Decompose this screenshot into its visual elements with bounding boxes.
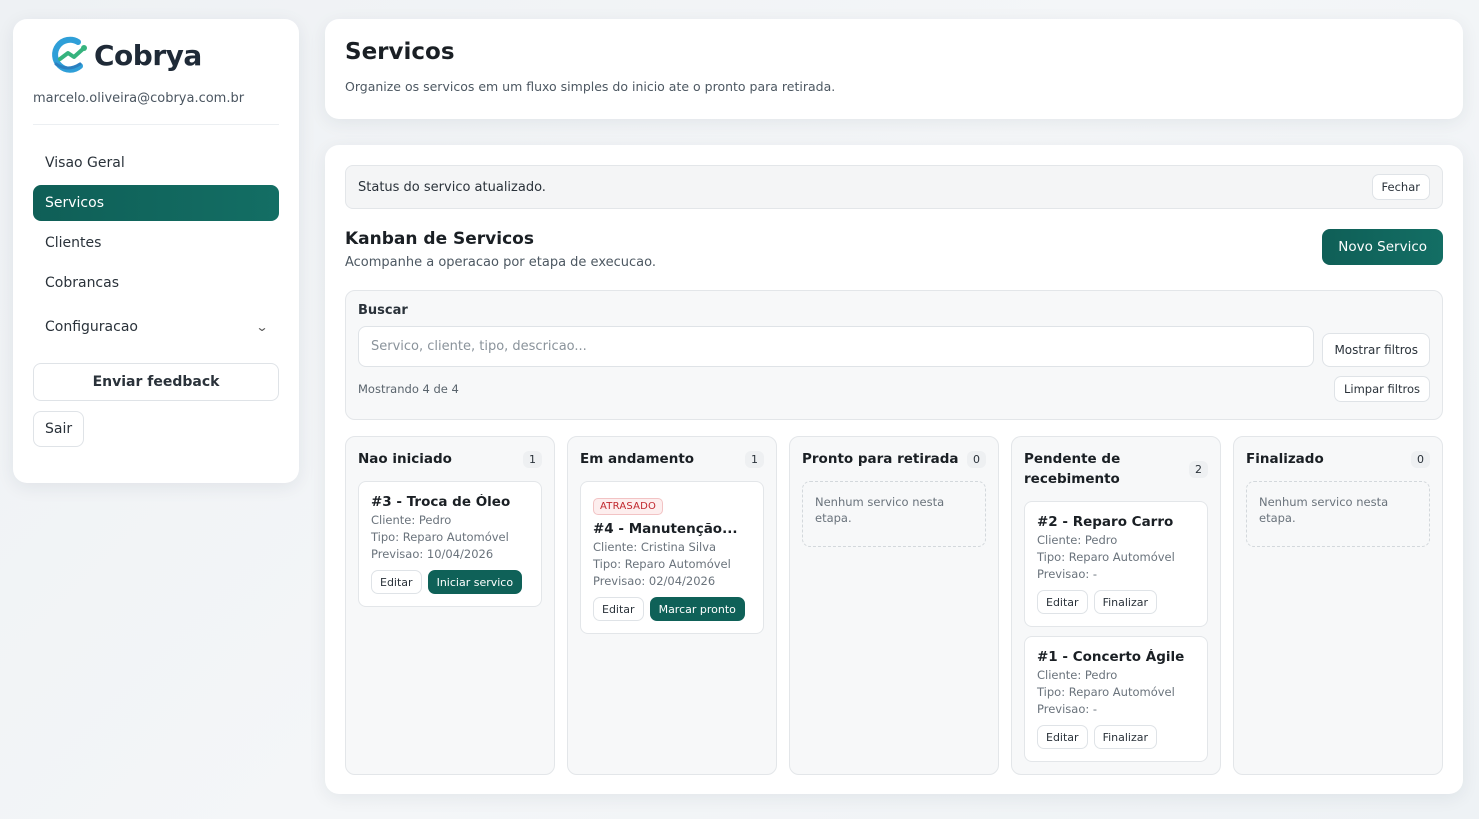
column-finalizado: Finalizado 0 Nenhum servico nesta etapa.	[1233, 436, 1443, 775]
kanban-panel: Status do servico atualizado. Fechar Kan…	[325, 145, 1463, 794]
service-type: Tipo: Reparo Automóvel	[593, 557, 731, 571]
finish-button[interactable]: Finalizar	[1093, 590, 1158, 614]
column-title: Finalizado	[1246, 451, 1324, 467]
sidebar-item-label: Servicos	[45, 195, 104, 211]
sidebar-item-label: Visao Geral	[45, 155, 125, 171]
finish-button[interactable]: Finalizar	[1093, 725, 1158, 749]
service-client: Cliente: Pedro	[1037, 668, 1118, 682]
empty-column-message: Nenhum servico nesta etapa.	[802, 481, 986, 547]
mark-ready-button[interactable]: Marcar pronto	[649, 597, 745, 621]
column-count-badge: 2	[1189, 460, 1208, 478]
start-service-button[interactable]: Iniciar servico	[427, 570, 523, 594]
brand-logo[interactable]: Cobrya	[48, 35, 279, 75]
show-filters-button[interactable]: Mostrar filtros	[1322, 333, 1430, 367]
service-title: #1 - Concerto Ágile	[1037, 649, 1185, 665]
cobrya-logo-icon	[52, 36, 87, 73]
status-message: Status do servico atualizado.	[358, 179, 546, 195]
chevron-down-icon: ⌄	[255, 320, 269, 334]
edit-button[interactable]: Editar	[593, 597, 644, 621]
sidebar-nav: Visao Geral Servicos Clientes Cobrancas …	[33, 145, 279, 345]
service-card[interactable]: ATRASADO #4 - Manutenção... Cliente: Cri…	[580, 481, 764, 634]
column-title: Nao iniciado	[358, 451, 452, 467]
kanban-header: Kanban de Servicos Acompanhe a operacao …	[345, 229, 1443, 270]
service-type: Tipo: Reparo Automóvel	[1037, 685, 1175, 699]
sidebar: Cobrya marcelo.oliveira@cobrya.com.br Vi…	[13, 19, 299, 483]
search-panel: Buscar Mostrar filtros Mostrando 4 de 4 …	[345, 290, 1443, 420]
service-forecast: Previsao: -	[1037, 702, 1098, 716]
sidebar-item-cobrancas[interactable]: Cobrancas	[33, 265, 279, 301]
clear-filters-button[interactable]: Limpar filtros	[1334, 376, 1430, 402]
sidebar-item-visao-geral[interactable]: Visao Geral	[33, 145, 279, 181]
service-title: #3 - Troca de Óleo	[371, 494, 511, 510]
column-count-badge: 0	[1411, 450, 1430, 468]
close-alert-button[interactable]: Fechar	[1371, 174, 1430, 200]
sidebar-item-clientes[interactable]: Clientes	[33, 225, 279, 261]
sidebar-item-servicos[interactable]: Servicos	[33, 185, 279, 221]
service-title: #4 - Manutenção...	[593, 521, 738, 537]
page-subtitle: Organize os servicos em um fluxo simples…	[345, 79, 836, 94]
edit-button[interactable]: Editar	[371, 570, 422, 594]
service-card[interactable]: #3 - Troca de Óleo Cliente: Pedro Tipo: …	[358, 481, 542, 607]
service-client: Cliente: Pedro	[1037, 533, 1118, 547]
column-pendente-de-recebimento: Pendente de recebimento 2 #2 - Reparo Ca…	[1011, 436, 1221, 775]
feedback-button[interactable]: Enviar feedback	[33, 363, 279, 401]
service-type: Tipo: Reparo Automóvel	[371, 530, 509, 544]
service-forecast: Previsao: -	[1037, 567, 1098, 581]
sidebar-item-label: Cobrancas	[45, 275, 120, 291]
edit-button[interactable]: Editar	[1037, 590, 1088, 614]
new-service-button[interactable]: Novo Servico	[1322, 229, 1443, 265]
column-count-badge: 1	[745, 450, 764, 468]
service-type: Tipo: Reparo Automóvel	[1037, 550, 1175, 564]
kanban-columns: Nao iniciado 1 #3 - Troca de Óleo Client…	[345, 436, 1443, 775]
column-title: Pendente de recebimento	[1024, 451, 1121, 487]
results-count: Mostrando 4 de 4	[358, 382, 459, 396]
service-forecast: Previsao: 10/04/2026	[371, 547, 494, 561]
service-client: Cliente: Cristina Silva	[593, 540, 717, 554]
column-em-andamento: Em andamento 1 ATRASADO #4 - Manutenção.…	[567, 436, 777, 775]
column-count-badge: 1	[523, 450, 542, 468]
late-badge: ATRASADO	[593, 498, 664, 515]
service-client: Cliente: Pedro	[371, 513, 452, 527]
sidebar-item-configuracao[interactable]: Configuracao ⌄	[33, 309, 279, 345]
column-title: Pronto para retirada	[802, 451, 959, 467]
sidebar-item-label: Configuracao	[45, 319, 138, 335]
column-title: Em andamento	[580, 451, 695, 467]
kanban-title: Kanban de Servicos	[345, 229, 534, 249]
edit-button[interactable]: Editar	[1037, 725, 1088, 749]
user-email: marcelo.oliveira@cobrya.com.br	[33, 91, 279, 125]
column-pronto-para-retirada: Pronto para retirada 0 Nenhum servico ne…	[789, 436, 999, 775]
logout-button[interactable]: Sair	[33, 411, 85, 447]
column-count-badge: 0	[967, 450, 986, 468]
sidebar-item-label: Clientes	[45, 235, 102, 251]
column-nao-iniciado: Nao iniciado 1 #3 - Troca de Óleo Client…	[345, 436, 555, 775]
service-card[interactable]: #2 - Reparo Carro Cliente: Pedro Tipo: R…	[1024, 501, 1208, 627]
service-forecast: Previsao: 02/04/2026	[593, 574, 716, 588]
status-alert: Status do servico atualizado. Fechar	[345, 165, 1443, 209]
page-header: Servicos Organize os servicos em um flux…	[325, 19, 1463, 119]
kanban-subtitle: Acompanhe a operacao por etapa de execuc…	[345, 255, 656, 270]
page-title: Servicos	[345, 39, 455, 65]
search-label: Buscar	[358, 303, 408, 318]
search-input[interactable]	[358, 326, 1315, 367]
service-card[interactable]: #1 - Concerto Ágile Cliente: Pedro Tipo:…	[1024, 636, 1208, 762]
service-title: #2 - Reparo Carro	[1037, 514, 1174, 530]
empty-column-message: Nenhum servico nesta etapa.	[1246, 481, 1430, 547]
brand-name: Cobrya	[94, 38, 202, 72]
